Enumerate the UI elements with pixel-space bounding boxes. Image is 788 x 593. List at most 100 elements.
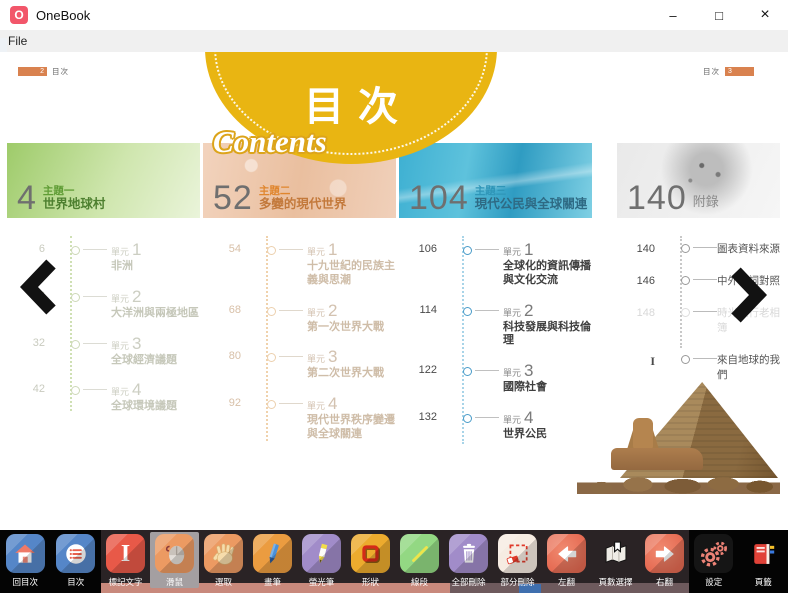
item-connector (279, 309, 303, 311)
unit-number: 2 (132, 286, 142, 306)
item-title: 非洲 (111, 260, 133, 272)
theme-title: 附錄 (692, 193, 719, 209)
toc-item[interactable]: 68 單元 2 第一次世界大戰 (203, 301, 396, 335)
bookmark-book-icon (744, 534, 783, 573)
toolbar-button-flip-left[interactable]: 左翻 (542, 532, 591, 588)
unit-label: 單元 (111, 340, 130, 351)
toc-item[interactable]: 122 單元 3 國際社會 (399, 361, 592, 395)
toolbar-button-page-tabs[interactable]: 頁籤 (739, 532, 788, 588)
toc-item[interactable]: 92 單元 4 現代世界秩序變遷與全球關連 (203, 394, 396, 442)
toolbar-button-page-picker[interactable]: 頁數選擇 (591, 532, 640, 588)
toolbar-button-flip-right[interactable]: 右翻 (640, 532, 689, 588)
toolbar-button-mark-text[interactable]: I 標記文字 (101, 532, 150, 588)
item-bullet (267, 400, 276, 409)
unit-number: 3 (132, 333, 142, 353)
item-connector (693, 311, 717, 312)
item-connector (279, 249, 303, 250)
close-button[interactable]: × (742, 0, 788, 30)
item-title: 全球環境議題 (111, 400, 177, 413)
theme-label: 主題二 (258, 184, 291, 197)
sphinx-pyramid-image (577, 382, 780, 494)
toolbar-button-delete-partial[interactable]: 部分刪除 (493, 532, 542, 588)
toolbar-button-pen[interactable]: 畫筆 (248, 532, 297, 588)
toolbar-button-settings[interactable]: 設定 (689, 532, 739, 588)
toolbar-label: 畫筆 (263, 577, 281, 587)
toc-item[interactable]: 42 單元 4 全球環境議題 (7, 380, 200, 414)
toolbar-label: 右翻 (655, 577, 673, 587)
item-title: 圖表資料來源 (717, 243, 780, 255)
unit-label: 單元 (307, 401, 326, 411)
item-page-number: 148 (636, 307, 655, 319)
window-controls: – □ × (650, 0, 788, 30)
toc-item[interactable]: I 來自地球的我們 (617, 351, 780, 382)
toc-item[interactable]: 132 單元 4 世界公民 (399, 408, 592, 442)
item-title: 來自地球的我們 (717, 354, 780, 381)
toolbar-label: 部分刪除 (500, 577, 535, 587)
menu-bar: File (0, 30, 788, 53)
highlighter-icon (302, 534, 341, 573)
item-connector (83, 295, 107, 297)
minimize-button[interactable]: – (650, 0, 696, 30)
unit-label: 單元 (307, 354, 326, 365)
page-corner-label: 目次 (703, 67, 720, 76)
item-page-number: 42 (32, 383, 45, 396)
item-bullet (71, 292, 80, 302)
toc-item[interactable]: 140 圖表資料來源 (617, 240, 780, 256)
sphinx-head (633, 418, 653, 450)
unit-label: 單元 (111, 293, 130, 304)
unit-label: 單元 (503, 307, 522, 318)
theme-title: 現代公民與全球關連 (474, 197, 588, 212)
unit-number: 3 (328, 347, 338, 367)
item-connector (279, 356, 303, 358)
toc-item[interactable]: 106 單元 1 全球化的資訊傳播與文化交流 (399, 240, 592, 288)
item-connector (693, 279, 717, 280)
toolbar-button-line[interactable]: 線段 (395, 532, 444, 588)
text-cursor-icon: I (106, 534, 145, 573)
unit-label: 單元 (503, 368, 522, 378)
eraser-icon (498, 534, 537, 573)
toc-column-theme3: 104 主題三 現代公民與全球關連 106 單元 1 全球化的資訊傳播與文化交流 … (399, 143, 592, 455)
item-connector (475, 370, 499, 371)
toolbar-button-mouse[interactable]: 滑鼠 (150, 532, 199, 588)
toc-item[interactable]: 80 單元 3 第二次世界大戰 (203, 347, 396, 381)
item-bullet (71, 339, 80, 349)
item-connector (693, 358, 717, 359)
item-page-number: 54 (228, 243, 241, 255)
line-icon (400, 534, 439, 573)
item-bullet (681, 355, 690, 364)
toc-column-theme2: 52 主題二 多變的現代世界 54 單元 1 十九世紀的民族主義與思潮 68 單元… (203, 143, 396, 455)
unit-number: 1 (524, 240, 534, 259)
toc-item[interactable]: 32 單元 3 全球經濟議題 (7, 334, 200, 368)
item-title: 第一次世界大戰 (307, 320, 384, 333)
app-title: OneBook (36, 7, 91, 23)
maximize-button[interactable]: □ (696, 0, 742, 30)
toolbar-button-shape[interactable]: 形狀 (346, 532, 395, 588)
item-page-number: 140 (636, 243, 655, 255)
toc-item[interactable]: 114 單元 2 科技發展與科技倫理 (399, 301, 592, 349)
page-number-badge: 3 (725, 67, 754, 76)
page-number-left: 2 目次 (18, 66, 69, 77)
next-page-arrow[interactable] (729, 266, 771, 324)
unit-label: 單元 (111, 247, 130, 257)
item-title: 全球化的資訊傳播與文化交流 (503, 260, 591, 286)
item-page-number: 132 (418, 410, 437, 423)
previous-page-arrow[interactable] (16, 258, 58, 316)
toolbar-label: 回目次 (12, 577, 38, 587)
toolbar-button-select[interactable]: 選取 (199, 532, 248, 588)
item-connector (279, 403, 303, 404)
page-number-badge: 2 (18, 67, 47, 76)
unit-number: 4 (132, 380, 142, 400)
toolbar-button-highlighter[interactable]: 螢光筆 (297, 532, 346, 588)
toolbar-button-back-to-toc[interactable]: 回目次 (0, 532, 51, 588)
toolbar-label: 標記文字 (108, 577, 143, 587)
item-page-number: 92 (228, 397, 241, 409)
toolbar-button-toc[interactable]: 目次 (51, 532, 102, 588)
item-page-number: 80 (228, 350, 241, 363)
book-page: 2 目次 目次 3 4 主題一 世界地球村 6 單元 1 非洲 16 單元 2 … (0, 52, 788, 530)
trash-icon (449, 534, 488, 573)
list-icon (56, 534, 96, 573)
toolbar-button-delete-all[interactable]: 全部刪除 (444, 532, 493, 588)
toc-item[interactable]: 54 單元 1 十九世紀的民族主義與思潮 (203, 240, 396, 288)
gear-icon (694, 534, 734, 573)
page-number-right: 目次 3 (703, 66, 754, 77)
